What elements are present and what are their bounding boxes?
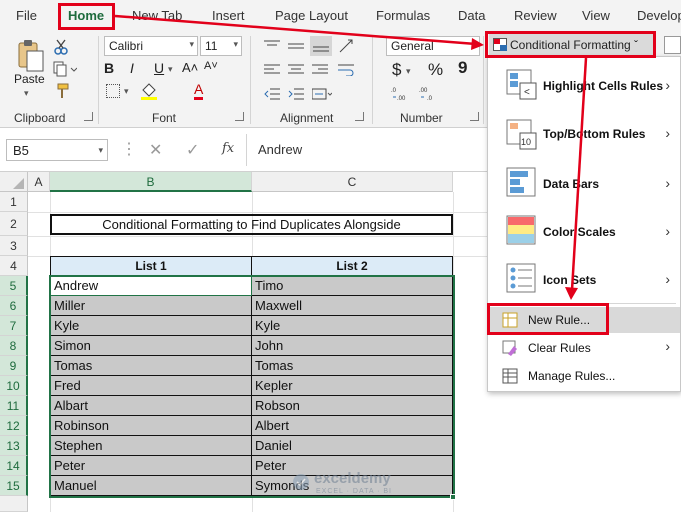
arrow-line [570, 57, 588, 291]
arrow-head-icon [565, 287, 578, 300]
arrow-head-icon [471, 38, 484, 50]
arrow-line [114, 14, 477, 46]
annotation-arrows [114, 14, 588, 300]
